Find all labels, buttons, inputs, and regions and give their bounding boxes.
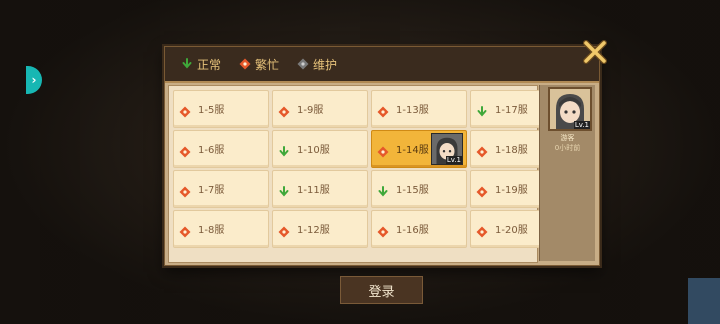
busy-status-icon: [179, 183, 191, 198]
busy-status-icon: [377, 143, 389, 158]
busy-status-icon: [476, 143, 488, 158]
busy-status-icon: [476, 183, 488, 198]
legend-maintenance-label: 维护: [313, 57, 338, 72]
server-label: 1-5服: [198, 105, 225, 116]
busy-status-icon: [239, 58, 251, 70]
busy-status-icon: [377, 103, 389, 118]
server-button[interactable]: 1-12服: [272, 210, 368, 248]
server-button[interactable]: 1-6服: [173, 130, 269, 168]
busy-status-icon: [476, 223, 488, 238]
close-icon: [583, 40, 607, 64]
login-button[interactable]: 登录: [340, 276, 423, 304]
server-label: 1-9服: [297, 105, 324, 116]
status-legend: 正常 繁忙 维护: [165, 47, 599, 83]
account-column: Lv.1 游客 0小时前: [539, 85, 595, 261]
server-label: 1-10服: [297, 145, 330, 156]
server-button[interactable]: 1-13服: [371, 90, 467, 128]
server-label: 1-17服: [495, 105, 528, 116]
maintenance-status-icon: [297, 58, 309, 70]
server-avatar-level-badge: Lv.1: [445, 156, 462, 164]
legend-maintenance: 维护: [297, 56, 337, 73]
normal-status-icon: [182, 58, 192, 69]
legend-normal-label: 正常: [197, 57, 222, 72]
busy-status-icon: [179, 223, 191, 238]
server-button[interactable]: 1-7服: [173, 170, 269, 208]
server-button[interactable]: 1-10服: [272, 130, 368, 168]
server-button[interactable]: 1-9服: [272, 90, 368, 128]
server-label: 1-20服: [495, 225, 528, 236]
server-label: 1-19服: [495, 185, 528, 196]
player-last-login: 0小时前: [554, 144, 581, 152]
server-button[interactable]: 1-16服: [371, 210, 467, 248]
server-button[interactable]: 1-11服: [272, 170, 368, 208]
server-button[interactable]: 1-8服: [173, 210, 269, 248]
corner-decoration: [688, 278, 720, 324]
close-button[interactable]: [580, 38, 610, 66]
server-label: 1-15服: [396, 185, 429, 196]
server-label: 1-18服: [495, 145, 528, 156]
normal-status-icon: [278, 183, 290, 197]
player-name: 游客: [560, 134, 575, 142]
busy-status-icon: [179, 103, 191, 118]
server-label: 1-6服: [198, 145, 225, 156]
server-grid: 1-5服 1-9服 1-13服 1-17服 1-6服 1-10服 1-14服 Lv.1 1-18…: [168, 85, 566, 263]
player-avatar[interactable]: Lv.1: [548, 87, 592, 131]
busy-status-icon: [278, 103, 290, 118]
server-label: 1-7服: [198, 185, 225, 196]
server-label: 1-14服: [396, 145, 429, 156]
server-button[interactable]: 1-5服: [173, 90, 269, 128]
normal-status-icon: [377, 183, 389, 197]
server-button[interactable]: 1-14服 Lv.1: [371, 130, 467, 168]
legend-busy-label: 繁忙: [255, 57, 280, 72]
server-label: 1-12服: [297, 225, 330, 236]
legend-normal: 正常: [181, 56, 221, 73]
busy-status-icon: [377, 223, 389, 238]
server-button[interactable]: 1-15服: [371, 170, 467, 208]
server-label: 1-11服: [297, 185, 330, 196]
server-select-panel: 正常 繁忙 维护 1-5服 1-9服 1-13服 1-17服 1-6服 1-10服 1-14…: [164, 46, 600, 266]
server-label: 1-16服: [396, 225, 429, 236]
legend-busy: 繁忙: [239, 56, 279, 73]
player-level-badge: Lv.1: [573, 121, 590, 129]
normal-status-icon: [278, 143, 290, 157]
normal-status-icon: [476, 103, 488, 117]
server-player-avatar: Lv.1: [431, 133, 463, 165]
server-label: 1-8服: [198, 225, 225, 236]
server-label: 1-13服: [396, 105, 429, 116]
busy-status-icon: [278, 223, 290, 238]
busy-status-icon: [179, 143, 191, 158]
